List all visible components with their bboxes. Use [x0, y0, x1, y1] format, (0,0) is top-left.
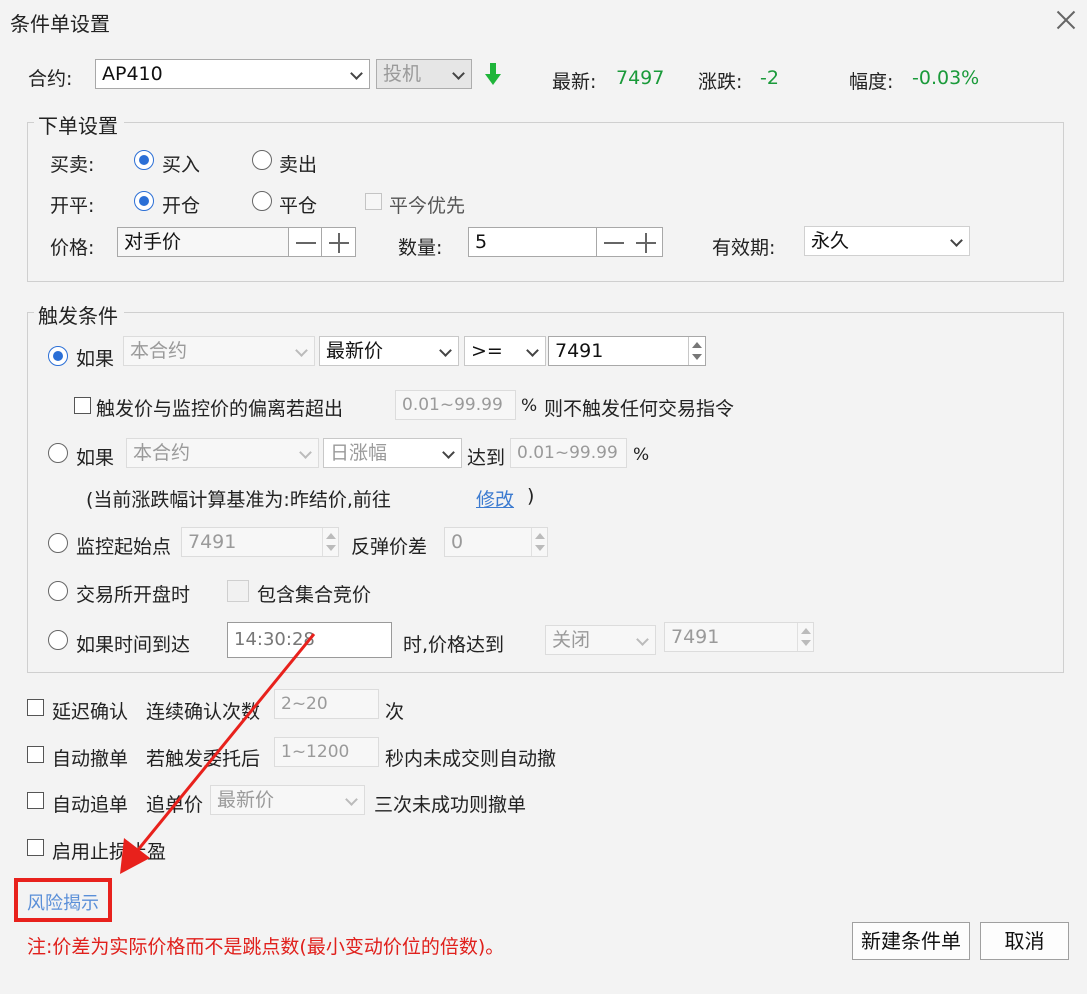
annotation-arrow: [120, 633, 316, 874]
new-condition-order-button[interactable]: 新建条件单: [852, 922, 970, 960]
cancel-button[interactable]: 取消: [980, 922, 1069, 960]
footer-note: 注:价差为实际价格而不是跳点数(最小变动价位的倍数)。: [27, 936, 505, 958]
risk-disclosure-link[interactable]: 风险揭示: [27, 889, 99, 915]
